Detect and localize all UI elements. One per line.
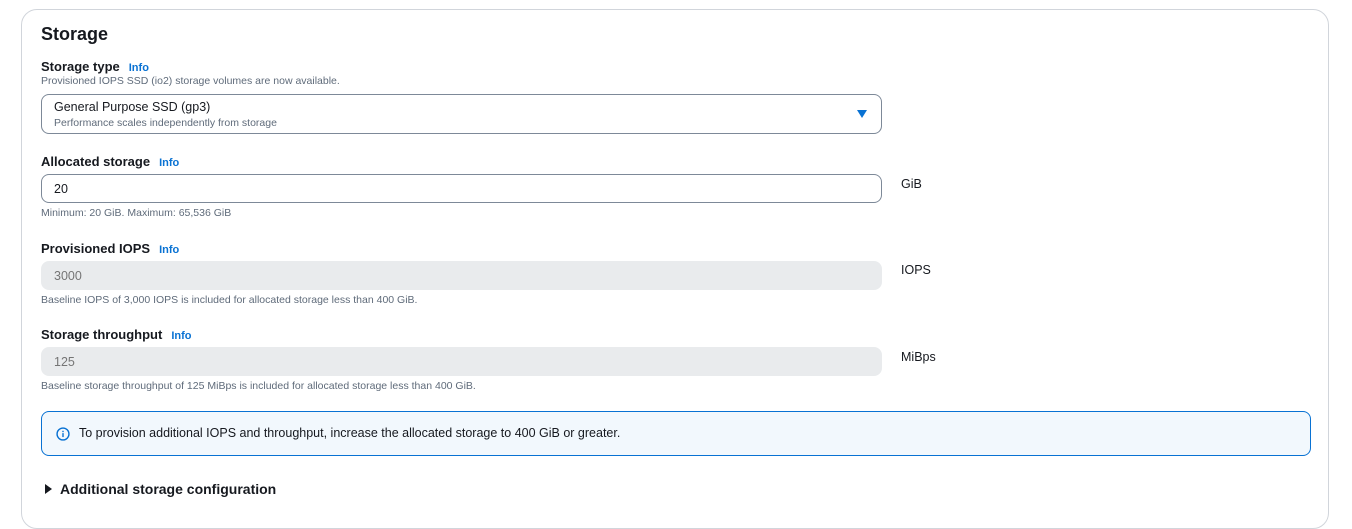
provisioned-iops-input [41,261,882,290]
storage-type-select[interactable]: General Purpose SSD (gp3) Performance sc… [41,94,882,134]
section-title: Storage [41,24,109,44]
allocated-storage-unit: GiB [901,177,922,191]
additional-storage-configuration-expander[interactable]: Additional storage configuration [45,481,276,497]
info-alert-text: To provision additional IOPS and through… [79,426,621,440]
provisioned-iops-info-link[interactable]: Info [159,244,179,256]
storage-type-label: Storage type [41,59,120,74]
storage-type-selected-description: Performance scales independently from st… [54,117,277,129]
allocated-storage-label: Allocated storage [41,154,151,169]
storage-type-info-link[interactable]: Info [129,62,149,74]
allocated-storage-constraint: Minimum: 20 GiB. Maximum: 65,536 GiB [41,207,232,219]
provisioned-iops-header: Provisioned IOPS Info [41,240,179,258]
storage-throughput-info-link[interactable]: Info [171,330,191,342]
storage-throughput-input [41,347,882,376]
storage-panel: Storage Storage type Info Provisioned IOP… [21,9,1329,529]
provisioned-iops-label: Provisioned IOPS [41,241,151,256]
storage-type-selected-value: General Purpose SSD (gp3) [54,100,211,114]
additional-storage-configuration-label: Additional storage configuration [60,481,277,497]
storage-throughput-unit: MiBps [901,350,936,364]
caret-down-icon [857,110,867,118]
info-alert: To provision additional IOPS and through… [41,411,1311,456]
allocated-storage-header: Allocated storage Info [41,153,179,171]
provisioned-iops-description: Baseline IOPS of 3,000 IOPS is included … [41,294,418,306]
caret-right-icon [45,484,52,494]
provisioned-iops-unit: IOPS [901,263,931,277]
storage-type-description: Provisioned IOPS SSD (io2) storage volum… [41,75,340,87]
storage-type-header: Storage type Info [41,58,149,76]
storage-throughput-header: Storage throughput Info [41,326,192,344]
info-circle-icon [56,427,70,441]
storage-throughput-description: Baseline storage throughput of 125 MiBps… [41,380,476,392]
allocated-storage-input[interactable] [41,174,882,203]
storage-throughput-label: Storage throughput [41,327,163,342]
allocated-storage-info-link[interactable]: Info [159,157,179,169]
